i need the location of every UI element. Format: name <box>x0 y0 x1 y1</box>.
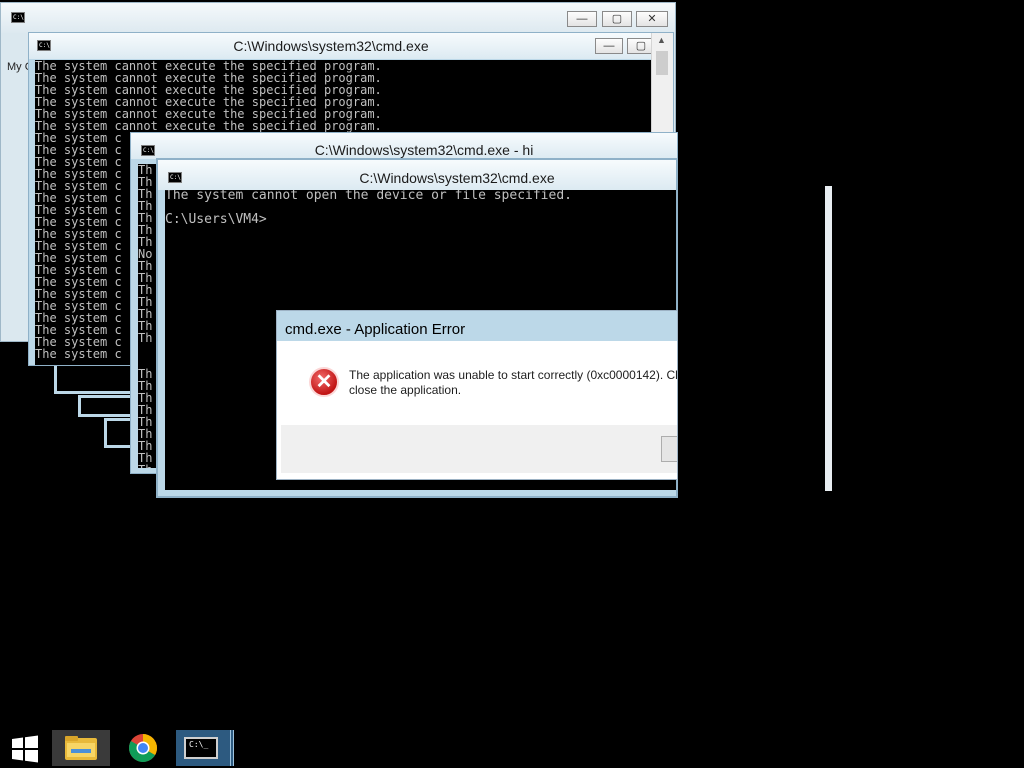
console-line: The system cannot execute the specified … <box>35 119 382 133</box>
folder-icon <box>65 736 97 760</box>
back-window-titlebar[interactable]: C:\ — ▢ ✕ <box>1 3 675 33</box>
chrome-taskbar-button[interactable] <box>118 730 168 766</box>
command-prompt-taskbar-button[interactable]: C:\_ <box>176 730 234 766</box>
stray-window-edge <box>825 186 832 491</box>
close-button[interactable]: ✕ <box>636 11 668 27</box>
minimize-button[interactable]: — <box>595 38 623 54</box>
dialog-title: cmd.exe - Application Error <box>285 321 466 338</box>
front-cmd-titlebar[interactable]: C:\ C:\Windows\system32\cmd.exe <box>158 160 676 190</box>
mid-cmd-titlebar[interactable]: C:\ C:\Windows\system32\cmd.exe - hi <box>131 133 677 159</box>
console-line: C:\Users\VM4> <box>165 212 267 227</box>
mid-cmd-title: C:\Windows\system32\cmd.exe - hi <box>314 142 534 158</box>
file-explorer-taskbar-button[interactable] <box>52 730 110 766</box>
dialog-body-frame: ✕ The application was unable to start co… <box>281 341 677 475</box>
error-icon: ✕ <box>309 367 339 397</box>
cmd-icon: C:\ <box>168 172 182 183</box>
start-button[interactable] <box>6 730 44 766</box>
chrome-icon <box>129 734 157 762</box>
main-cmd-title: C:\Windows\system32\cmd.exe <box>233 38 429 54</box>
dialog-message-line-2: close the application. <box>349 383 462 397</box>
cmd-icon: C:\_ <box>184 737 218 759</box>
ok-button[interactable] <box>661 436 677 462</box>
console-line: The system cannot open the device or fil… <box>165 190 572 203</box>
application-error-dialog[interactable]: cmd.exe - Application Error ✕ The applic… <box>276 310 678 480</box>
minimize-button[interactable]: — <box>567 11 597 27</box>
maximize-button[interactable]: ▢ <box>602 11 632 27</box>
scroll-up-arrow-icon[interactable]: ▲ <box>657 35 666 45</box>
main-cmd-titlebar[interactable]: C:\ C:\Windows\system32\cmd.exe — ▢ <box>29 33 673 59</box>
taskbar: C:\_ <box>0 728 1024 768</box>
front-cmd-title: C:\Windows\system32\cmd.exe <box>359 170 555 186</box>
dialog-message-line-1: The application was unable to start corr… <box>349 368 678 382</box>
dialog-titlebar[interactable]: cmd.exe - Application Error <box>277 311 677 341</box>
cmd-icon: C:\ <box>141 145 155 156</box>
cmd-icon: C:\ <box>11 12 25 23</box>
scroll-thumb[interactable] <box>656 51 668 75</box>
dialog-button-area <box>281 425 677 473</box>
windows-logo-icon <box>12 735 38 763</box>
